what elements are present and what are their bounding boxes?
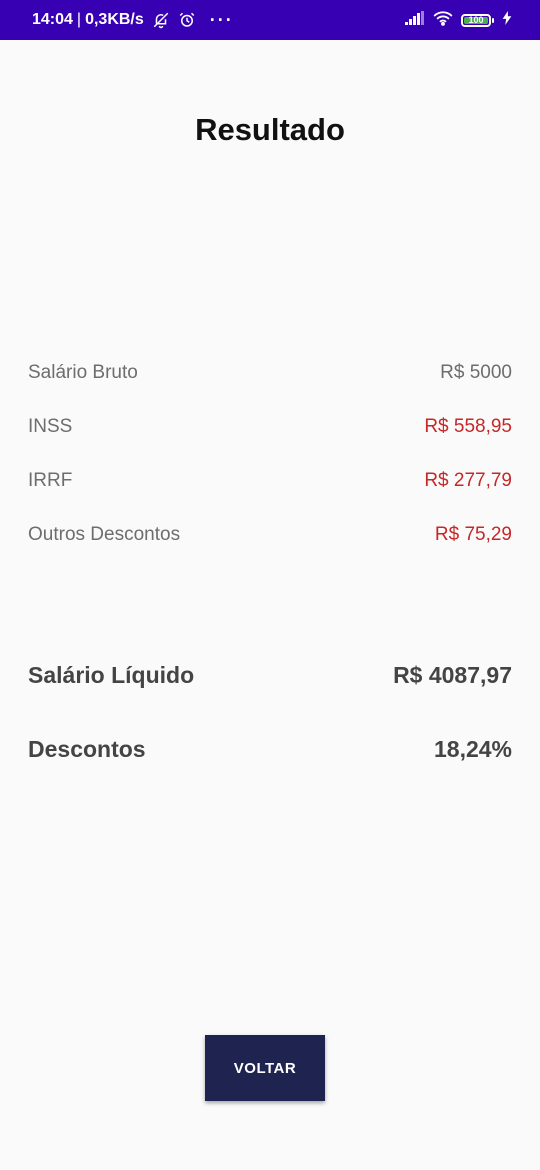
battery-icon: 100 [461, 13, 494, 27]
status-net-speed: 0,3KB/s [85, 11, 144, 28]
net-salary-value: R$ 4087,97 [393, 662, 512, 688]
status-bar-right: 100 [405, 0, 512, 40]
back-button[interactable]: VOLTAR [205, 1035, 325, 1101]
page-title: Resultado [195, 112, 345, 147]
wifi-icon [433, 10, 453, 31]
charging-icon [502, 10, 512, 30]
gross-salary-label: Salário Bruto [28, 362, 138, 383]
battery-level: 100 [468, 14, 484, 25]
net-salary-label: Salário Líquido [28, 662, 195, 688]
summary-row-discounts: Descontos 18,24% [28, 736, 512, 763]
irrf-label: IRRF [28, 470, 73, 491]
status-time: 14:04 [32, 11, 73, 28]
status-bar: 14:04 | 0,3KB/s ··· 100 [0, 0, 540, 40]
alarm-icon [178, 11, 196, 29]
breakdown-row-other-discounts: Outros Descontos R$ 75,29 [28, 524, 512, 546]
bell-off-icon [152, 11, 170, 29]
battery-body: 100 [461, 13, 491, 27]
discounts-label: Descontos [28, 736, 146, 762]
other-discounts-label: Outros Descontos [28, 524, 181, 545]
breakdown-row-inss: INSS R$ 558,95 [28, 416, 512, 438]
breakdown-row-gross-salary: Salário Bruto R$ 5000 [28, 362, 512, 384]
summary-row-net-salary: Salário Líquido R$ 4087,97 [28, 662, 512, 689]
breakdown-row-irrf: IRRF R$ 277,79 [28, 470, 512, 492]
irrf-value: R$ 277,79 [424, 470, 512, 491]
battery-cap [492, 17, 494, 23]
inss-value: R$ 558,95 [424, 416, 512, 437]
gross-salary-value: R$ 5000 [440, 362, 512, 383]
status-separator: | [76, 11, 82, 28]
other-discounts-value: R$ 75,29 [434, 524, 512, 545]
discounts-value: 18,24% [433, 736, 512, 762]
inss-label: INSS [28, 416, 73, 437]
signal-icon [405, 10, 425, 30]
status-bar-left: 14:04 | 0,3KB/s ··· [32, 0, 234, 40]
more-dots-icon: ··· [209, 9, 234, 30]
